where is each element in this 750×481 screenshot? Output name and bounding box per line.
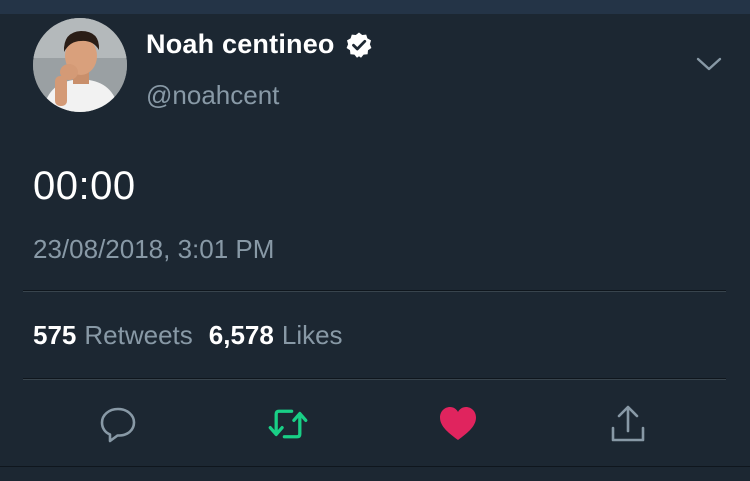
tweet-card: Noah centineo @noahcent 00:00 23/08/2018… xyxy=(0,14,750,466)
divider xyxy=(23,378,726,380)
user-handle[interactable]: @noahcent xyxy=(146,80,279,111)
chevron-down-icon[interactable] xyxy=(695,54,723,74)
verified-badge-icon xyxy=(345,31,373,59)
top-bar xyxy=(0,0,750,14)
likes-label: Likes xyxy=(281,320,343,350)
like-icon xyxy=(440,407,476,440)
tweet-timestamp[interactable]: 23/08/2018, 3:01 PM xyxy=(33,234,274,265)
reply-icon xyxy=(100,407,136,443)
display-name[interactable]: Noah centineo xyxy=(146,29,335,60)
retweet-icon xyxy=(268,409,308,439)
display-name-row[interactable]: Noah centineo xyxy=(146,29,373,60)
avatar-image xyxy=(33,18,127,112)
share-icon xyxy=(611,405,645,442)
retweets-stat[interactable]: 575 Retweets xyxy=(33,320,193,350)
bottom-bar xyxy=(0,466,750,481)
tweet-text: 00:00 xyxy=(33,164,136,208)
reply-button[interactable] xyxy=(98,404,138,444)
avatar[interactable] xyxy=(33,18,127,112)
likes-stat[interactable]: 6,578 Likes xyxy=(209,320,343,350)
tweet-stats: 575 Retweets 6,578 Likes xyxy=(33,320,343,351)
likes-count: 6,578 xyxy=(208,320,274,350)
retweet-button[interactable] xyxy=(268,404,308,444)
share-button[interactable] xyxy=(608,404,648,444)
retweets-count: 575 xyxy=(33,320,77,350)
divider xyxy=(23,290,726,292)
retweets-label: Retweets xyxy=(84,320,193,350)
like-button[interactable] xyxy=(438,404,478,444)
